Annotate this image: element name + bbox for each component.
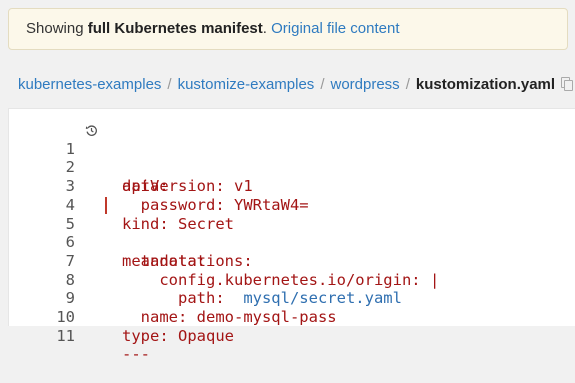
code-line: 4 kind: Secret bbox=[9, 177, 575, 233]
code-viewer: 1 apiVersion: v1 2 data: 3 password: YWR… bbox=[8, 108, 575, 364]
breadcrumb-item-kustomize-examples[interactable]: kustomize-examples bbox=[178, 76, 315, 93]
breadcrumb-separator: / bbox=[320, 76, 325, 93]
notice-prefix: Showing bbox=[26, 20, 88, 37]
code-line: 5 metadata: bbox=[9, 196, 575, 270]
code-line: 3 password: YWRtaW4= bbox=[9, 158, 575, 214]
breadcrumb-separator: / bbox=[405, 76, 410, 93]
breadcrumb-current-file: kustomization.yaml bbox=[415, 76, 556, 93]
breadcrumb: kubernetes-examples / kustomize-examples / w… bbox=[18, 74, 574, 96]
code-line: 11 --- bbox=[9, 308, 575, 364]
breadcrumb-separator: / bbox=[167, 76, 172, 93]
code-text: type: Opaque bbox=[122, 326, 234, 345]
notice-bold-text: full Kubernetes manifest bbox=[87, 20, 263, 37]
code-text: --- bbox=[122, 345, 150, 364]
code-line: 8 path: mysql/secret.yaml bbox=[9, 252, 575, 308]
code-line: 1 apiVersion: v1 bbox=[9, 121, 575, 195]
code-line: 7 config.kubernetes.io/origin: | bbox=[9, 233, 575, 289]
code-line: 2 data: bbox=[9, 140, 575, 195]
code-line: 10 type: Opaque bbox=[9, 289, 575, 345]
code-line: 6 annotations: bbox=[9, 215, 575, 270]
history-icon[interactable] bbox=[85, 124, 98, 137]
breadcrumb-item-wordpress[interactable]: wordpress bbox=[330, 76, 399, 93]
manifest-notice: Showing full Kubernetes manifest. Origin… bbox=[8, 8, 568, 50]
code-line: 9 name: demo-mysql-pass bbox=[9, 271, 575, 326]
change-marker bbox=[105, 196, 107, 214]
breadcrumb-item-kubernetes-examples[interactable]: kubernetes-examples bbox=[18, 76, 161, 93]
line-number: 11 bbox=[56, 326, 75, 345]
original-file-content-link[interactable]: Original file content bbox=[271, 20, 399, 37]
copy-icon[interactable] bbox=[561, 77, 574, 91]
notice-suffix: . bbox=[262, 20, 272, 37]
